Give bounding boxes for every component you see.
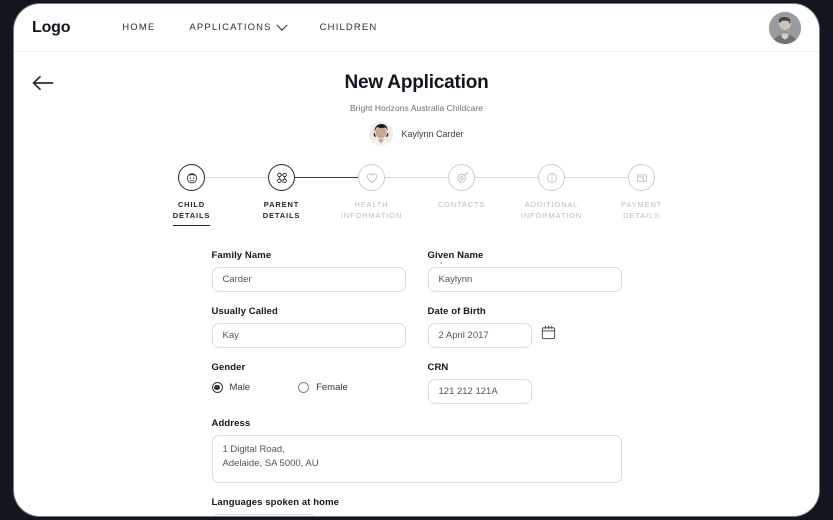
step-child-details[interactable]: CHILD DETAILS: [147, 164, 280, 226]
family-group-icon: [276, 172, 287, 183]
gender-radio-group: Male Female: [211, 379, 406, 393]
child-selector[interactable]: Kaylynn Carder: [369, 122, 464, 146]
nav-item-children[interactable]: CHILDREN: [320, 22, 378, 33]
crn-input[interactable]: 121 212 121A: [427, 378, 532, 404]
child-name: Kaylynn Carder: [401, 129, 464, 139]
nav-item-children-label: CHILDREN: [319, 22, 378, 33]
field-languages: Languages spoken at home: [211, 261, 622, 516]
child-avatar: [369, 122, 394, 146]
date-of-birth-label: Date of Birth: [427, 305, 486, 317]
step-contacts-circle: [448, 164, 475, 191]
step-contacts-label: CONTACTS: [437, 200, 486, 209]
address-label: Address: [211, 417, 251, 429]
field-given-name: Given Name Kaylynn: [427, 249, 622, 292]
step-health-information-label: HEALTH INFORMATION: [340, 200, 403, 220]
family-name-input[interactable]: Carder: [211, 266, 406, 292]
field-date-of-birth: Date of Birth 2 April 2017: [427, 305, 622, 348]
form-row-gender-crn: Gender Male Female CRN 121 212 121A: [211, 361, 622, 404]
application-stepper: CHILD DETAILS PARENT DETAILS HEALTH INFO…: [147, 164, 687, 226]
nav-item-home[interactable]: HOME: [122, 22, 155, 33]
step-payment-details-label: PAYMENT DETAILS: [620, 200, 663, 220]
field-gender: Gender Male Female: [211, 361, 406, 404]
chevron-down-icon: [276, 19, 288, 31]
step-child-details-label: CHILD DETAILS: [172, 200, 211, 226]
step-parent-details[interactable]: PARENT DETAILS: [237, 164, 370, 222]
logo[interactable]: Logo: [32, 19, 70, 37]
field-usually-called: Usually Called Kay: [211, 305, 406, 348]
step-health-information[interactable]: HEALTH INFORMATION: [327, 164, 460, 222]
gender-option-female[interactable]: Female: [298, 381, 348, 393]
form-row-names: Family Name Carder Given Name Kaylynn: [211, 249, 622, 292]
arrow-left-icon: [32, 75, 54, 91]
step-payment-details[interactable]: PAYMENT DETAILS: [597, 164, 687, 222]
nav-item-applications-label: APPLICATIONS: [189, 22, 272, 33]
given-name-label: Given Name: [427, 249, 484, 261]
nav-item-home-label: HOME: [122, 22, 156, 33]
step-child-details-circle: [178, 164, 205, 191]
gender-option-female-label: Female: [316, 381, 348, 393]
contacts-icon: [456, 171, 468, 183]
app-window: Logo HOME APPLICATIONS CHILDREN New Appl…: [14, 4, 819, 516]
usually-called-input[interactable]: Kay: [211, 322, 406, 348]
languages-input[interactable]: [211, 513, 316, 516]
gender-label: Gender: [211, 361, 246, 373]
gender-option-male-label: Male: [229, 381, 251, 393]
heart-icon: [366, 172, 377, 183]
field-family-name: Family Name Carder: [211, 249, 406, 292]
radio-selected-icon: [211, 381, 223, 393]
page-content: New Application Bright Horizons Australi…: [14, 52, 819, 516]
main-nav: HOME APPLICATIONS CHILDREN: [122, 19, 378, 33]
step-parent-details-circle: [268, 164, 295, 191]
form-row-called-dob: Usually Called Kay Date of Birth 2 April…: [211, 305, 622, 348]
wallet-icon: [636, 173, 647, 182]
step-health-information-circle: [358, 164, 385, 191]
page-subtitle: Bright Horizons Australia Childcare: [349, 103, 484, 113]
step-additional-information[interactable]: ADDITIONAL INFORMATION: [507, 164, 640, 222]
info-circle-icon: [546, 172, 557, 183]
page-title: New Application: [344, 72, 489, 93]
user-avatar[interactable]: [769, 11, 801, 44]
calendar-icon[interactable]: [541, 325, 556, 345]
step-additional-information-label: ADDITIONAL INFORMATION: [520, 200, 583, 220]
family-name-label: Family Name: [211, 249, 272, 261]
child-details-form: Family Name Carder Given Name Kaylynn Us…: [211, 249, 622, 516]
step-additional-information-circle: [538, 164, 565, 191]
crn-label: CRN: [427, 361, 449, 373]
field-crn: CRN 121 212 121A: [427, 361, 622, 404]
back-button[interactable]: [28, 68, 58, 98]
radio-empty-icon: [298, 381, 310, 393]
date-of-birth-input[interactable]: 2 April 2017: [427, 322, 532, 348]
gender-option-male[interactable]: Male: [211, 381, 251, 393]
baby-face-icon: [186, 172, 197, 183]
nav-item-applications[interactable]: APPLICATIONS: [189, 19, 288, 33]
form-row-languages: Languages spoken at home: [211, 261, 622, 516]
languages-label: Languages spoken at home: [211, 496, 340, 508]
field-address: Address 1 Digital Road, Adelaide, SA 500…: [211, 417, 622, 483]
languages-hint-dot: [439, 261, 442, 264]
form-row-address: Address 1 Digital Road, Adelaide, SA 500…: [211, 417, 622, 483]
top-navigation-bar: Logo HOME APPLICATIONS CHILDREN: [14, 4, 819, 52]
address-input[interactable]: 1 Digital Road, Adelaide, SA 5000, AU: [211, 434, 622, 483]
step-payment-details-circle: [628, 164, 655, 191]
usually-called-label: Usually Called: [211, 305, 278, 317]
step-parent-details-label: PARENT DETAILS: [262, 200, 301, 220]
step-contacts[interactable]: CONTACTS: [417, 164, 550, 211]
given-name-input[interactable]: Kaylynn: [427, 266, 622, 292]
